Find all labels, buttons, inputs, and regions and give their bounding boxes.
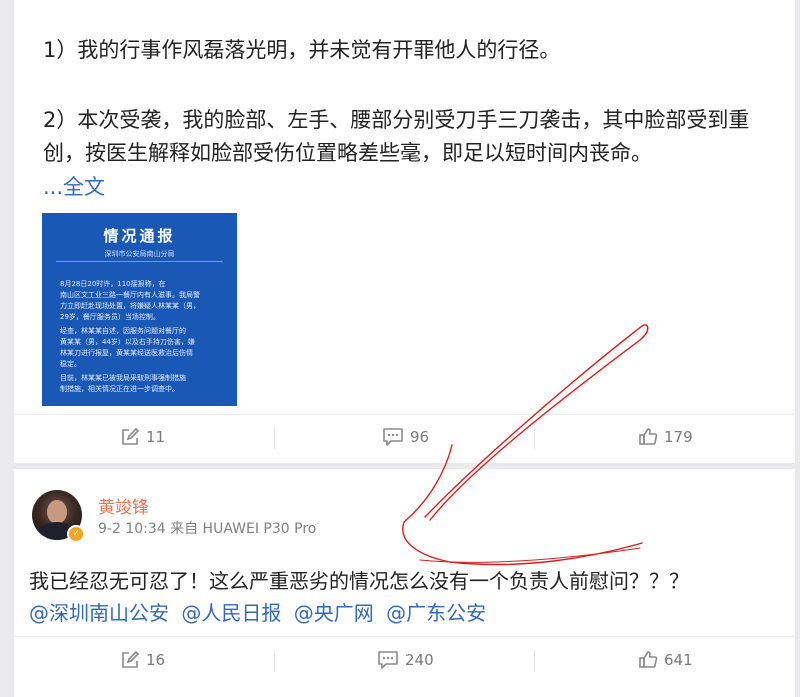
repost-button[interactable]: 16: [120, 650, 165, 670]
notice-line: 黄某某（男，44岁）以及右手持刀伤害，嫌: [60, 338, 195, 346]
notice-line: 经查，林某某自述，因服务问题对餐厅的: [60, 327, 186, 335]
edit-square-icon: [122, 427, 140, 445]
repost-count: 16: [146, 651, 166, 669]
read-more-link[interactable]: ...全文: [43, 171, 105, 201]
mention-link[interactable]: @广东公安: [386, 601, 486, 625]
comment-user-name[interactable]: 黄竣锋: [98, 493, 149, 518]
verified-badge-icon: ✓: [67, 525, 85, 543]
post-paragraph-1: 1）我的行事作风磊落光明，并未觉有开罪他人的行径。: [43, 38, 561, 62]
action-separator: [534, 427, 535, 449]
comment-meta: 9-2 10:34 来自 HUAWEI P30 Pro: [98, 521, 317, 537]
post-paragraph-2-line-2: 创，按医生解释如脸部受伤位置略差些毫，即足以短时间内丧命。: [43, 141, 652, 165]
notice-line: 南山区文工业三路一餐厅内有人滋事。我局警: [60, 291, 200, 299]
repost-button[interactable]: 11: [120, 427, 165, 447]
comment-mentions: @深圳南山公安 @人民日报 @央广网 @广东公安: [29, 597, 492, 626]
like-button[interactable]: 179: [638, 427, 693, 447]
action-separator: [274, 427, 275, 449]
notice-line: 8月28日20时许，110接报称，在: [60, 280, 166, 288]
post-card: 1）我的行事作风磊落光明，并未觉有开罪他人的行径。 2）本次受袭，我的脸部、左手…: [14, 0, 795, 463]
like-button[interactable]: 641: [638, 650, 693, 670]
notice-line: 制措施，相关情况正在进一步调查中。: [60, 385, 179, 393]
like-count: 641: [664, 651, 693, 669]
action-bar-divider: [14, 414, 795, 415]
like-count: 179: [664, 428, 693, 446]
notice-line: 力立即赶赴现场处置，将嫌疑人林某某（男，: [60, 302, 200, 310]
notice-line: 稳定。: [60, 360, 81, 368]
post-paragraph-2-line-1: 2）本次受袭，我的脸部、左手、腰部分别受刀手三刀袭击，其中脸部受到重: [43, 108, 750, 132]
comment-text: 我已经忍无可忍了！这么严重恶劣的情况怎么没有一个负责人前慰问？？？: [29, 569, 689, 593]
repost-count: 11: [146, 428, 166, 446]
mention-link[interactable]: @人民日报: [181, 601, 281, 625]
action-separator: [534, 650, 535, 672]
avatar-face: [47, 500, 67, 524]
thumbs-up-icon: [639, 428, 658, 445]
comment-count: 240: [405, 651, 434, 669]
notice-body: 8月28日20时许，110接报称，在 南山区文工业三路一餐厅内有人滋事。我局警 …: [60, 279, 223, 395]
notice-subtitle: 深圳市公安局南山分局: [104, 250, 175, 258]
notice-line: 目前，林某某已被我局采取刑事强制措施: [60, 374, 186, 382]
notice-line: 林某刀进行报复，黄某某经送医救治后伤情: [60, 349, 193, 357]
comment-button[interactable]: 240: [377, 650, 434, 670]
speech-bubble-icon: [383, 428, 403, 446]
notice-line: 29岁，餐厅服务员）当场控制。: [60, 313, 160, 321]
edit-square-icon: [122, 650, 140, 668]
comment-button[interactable]: 96: [382, 427, 429, 447]
notice-image[interactable]: 情况通报 深圳市公安局南山分局 8月28日20时许，110接报称，在 南山区文工…: [42, 213, 237, 406]
speech-bubble-icon: [378, 651, 398, 669]
action-bar-divider: [14, 636, 795, 637]
mention-link[interactable]: @深圳南山公安: [29, 601, 169, 625]
action-separator: [274, 650, 275, 672]
thumbs-up-icon: [639, 651, 658, 668]
notice-rule: [56, 261, 223, 262]
notice-title: 情况通报: [103, 227, 176, 245]
comment-count: 96: [410, 428, 430, 446]
mention-link[interactable]: @央广网: [294, 601, 374, 625]
